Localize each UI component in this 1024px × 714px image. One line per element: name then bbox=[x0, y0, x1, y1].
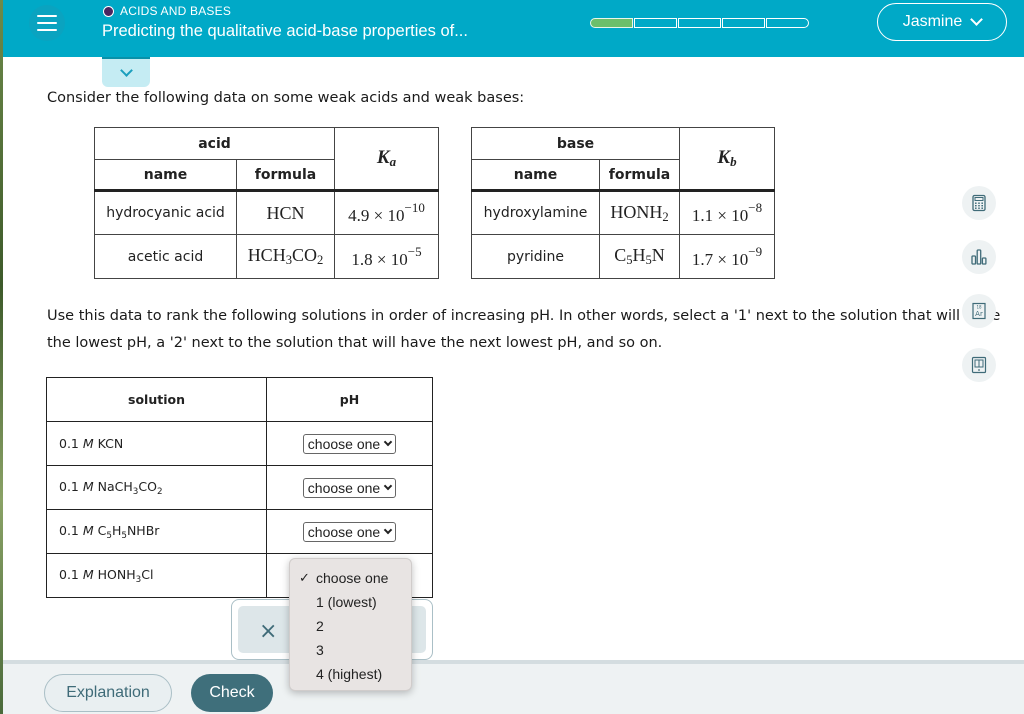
acid-group-header: acid bbox=[94, 127, 335, 160]
svg-text:Ar: Ar bbox=[975, 310, 983, 318]
collapse-header-button[interactable] bbox=[102, 57, 150, 87]
dropdown-option[interactable]: 3 bbox=[290, 638, 411, 662]
calculator-icon bbox=[972, 194, 986, 212]
base-name-header: name bbox=[471, 159, 600, 191]
tool-sidebar: Ar 18 bbox=[962, 186, 996, 382]
acid-name: acetic acid bbox=[94, 234, 237, 279]
periodic-table-icon: Ar18 bbox=[972, 302, 986, 320]
intro-text: Consider the following data on some weak… bbox=[47, 90, 525, 106]
menu-icon-line bbox=[37, 22, 57, 24]
base-row: pyridine C5H5N 1.7 × 10−9 bbox=[471, 234, 775, 279]
solution-name: 0.1 M NaCH3CO2 bbox=[46, 465, 267, 510]
acid-row: acetic acid HCH3CO2 1.8 × 10−5 bbox=[94, 234, 439, 279]
progress-bar bbox=[590, 18, 809, 28]
dropdown-option[interactable]: 4 (highest) bbox=[290, 662, 411, 686]
ph-rank-dropdown-menu: ✓ choose one 1 (lowest) 2 3 4 (highest) bbox=[289, 558, 412, 691]
checkmark-icon: ✓ bbox=[299, 570, 310, 585]
background-strip bbox=[0, 0, 3, 714]
acid-formula: HCH3CO2 bbox=[236, 234, 335, 279]
progress-segment bbox=[722, 18, 765, 28]
dropdown-option-label: 4 (highest) bbox=[316, 666, 383, 682]
dropdown-option-label: 2 bbox=[316, 618, 324, 634]
check-button[interactable]: Check bbox=[191, 674, 273, 712]
progress-segment bbox=[634, 18, 677, 28]
solution-row: 0.1 M NaCH3CO2 choose one bbox=[46, 465, 433, 510]
user-menu-button[interactable]: Jasmine bbox=[877, 3, 1007, 41]
acid-formula: HCN bbox=[236, 189, 335, 235]
calculator-button[interactable] bbox=[962, 186, 996, 220]
ka-header: Ka bbox=[334, 127, 439, 191]
base-name: pyridine bbox=[471, 234, 600, 279]
menu-icon-line bbox=[37, 29, 57, 31]
progress-segment bbox=[590, 18, 633, 28]
kb-header: Kb bbox=[679, 127, 775, 191]
explanation-button[interactable]: Explanation bbox=[44, 674, 172, 712]
solution-row: 0.1 M C5H5NHBr choose one bbox=[46, 509, 433, 554]
acid-row: hydrocyanic acid HCN 4.9 × 10−10 bbox=[94, 189, 439, 235]
acid-ka: 1.8 × 10−5 bbox=[334, 234, 439, 279]
dropdown-option[interactable]: 1 (lowest) bbox=[290, 590, 411, 614]
chevron-down-icon bbox=[383, 525, 393, 534]
chevron-down-icon bbox=[383, 481, 393, 490]
dropdown-option[interactable]: ✓ choose one bbox=[290, 566, 411, 590]
reference-book-icon bbox=[971, 356, 987, 374]
topic-label: ACIDS AND BASES bbox=[120, 4, 232, 18]
base-kb: 1.7 × 10−9 bbox=[679, 234, 775, 279]
data-chart-button[interactable] bbox=[962, 240, 996, 274]
svg-text:18: 18 bbox=[976, 305, 982, 310]
base-kb: 1.1 × 10−8 bbox=[679, 189, 775, 235]
acid-name-header: name bbox=[94, 159, 237, 191]
progress-segment bbox=[766, 18, 809, 28]
instructions-text: Use this data to rank the following solu… bbox=[47, 308, 1001, 351]
base-formula-header: formula bbox=[599, 159, 680, 191]
solution-row: 0.1 M KCN choose one bbox=[46, 421, 433, 466]
solution-header: solution bbox=[46, 377, 267, 422]
base-formula: HONH2 bbox=[599, 189, 680, 235]
dropdown-option-label: 1 (lowest) bbox=[316, 594, 377, 610]
topic-dot-icon bbox=[103, 5, 114, 17]
dropdown-option[interactable]: 2 bbox=[290, 614, 411, 638]
reference-button[interactable] bbox=[962, 348, 996, 382]
base-table: base Kb name formula hydroxylamine HONH2… bbox=[471, 127, 775, 279]
topic-row: ACIDS AND BASES bbox=[103, 4, 231, 18]
menu-button[interactable] bbox=[29, 5, 65, 41]
base-group-header: base bbox=[471, 127, 680, 160]
base-row: hydroxylamine HONH2 1.1 × 10−8 bbox=[471, 189, 775, 235]
dropdown-option-label: 3 bbox=[316, 642, 324, 658]
acid-name: hydrocyanic acid bbox=[94, 189, 237, 235]
acid-table: acid Ka name formula hydrocyanic acid HC… bbox=[94, 127, 439, 279]
solution-name: 0.1 M KCN bbox=[46, 421, 267, 466]
clear-answer-button[interactable]: × bbox=[259, 619, 277, 644]
solution-name: 0.1 M HONH3Cl bbox=[46, 553, 267, 598]
ph-rank-select[interactable]: choose one bbox=[302, 477, 397, 498]
ph-rank-select[interactable]: choose one bbox=[302, 521, 397, 542]
progress-segment bbox=[678, 18, 721, 28]
solution-name: 0.1 M C5H5NHBr bbox=[46, 509, 267, 554]
chevron-down-icon bbox=[383, 437, 393, 446]
page-title: Predicting the qualitative acid-base pro… bbox=[102, 22, 468, 40]
dropdown-option-label: choose one bbox=[316, 570, 389, 586]
acid-formula-header: formula bbox=[236, 159, 335, 191]
chevron-down-icon bbox=[970, 13, 984, 26]
base-formula: C5H5N bbox=[599, 234, 680, 279]
menu-icon-line bbox=[37, 15, 57, 17]
base-name: hydroxylamine bbox=[471, 189, 600, 235]
acid-ka: 4.9 × 10−10 bbox=[334, 189, 439, 235]
ph-rank-select[interactable]: choose one bbox=[302, 433, 397, 454]
user-name: Jasmine bbox=[902, 13, 963, 30]
chart-icon bbox=[971, 249, 987, 265]
periodic-table-button[interactable]: Ar 18 bbox=[962, 294, 996, 328]
ph-header: pH bbox=[266, 377, 433, 422]
chevron-down-icon bbox=[119, 63, 133, 77]
